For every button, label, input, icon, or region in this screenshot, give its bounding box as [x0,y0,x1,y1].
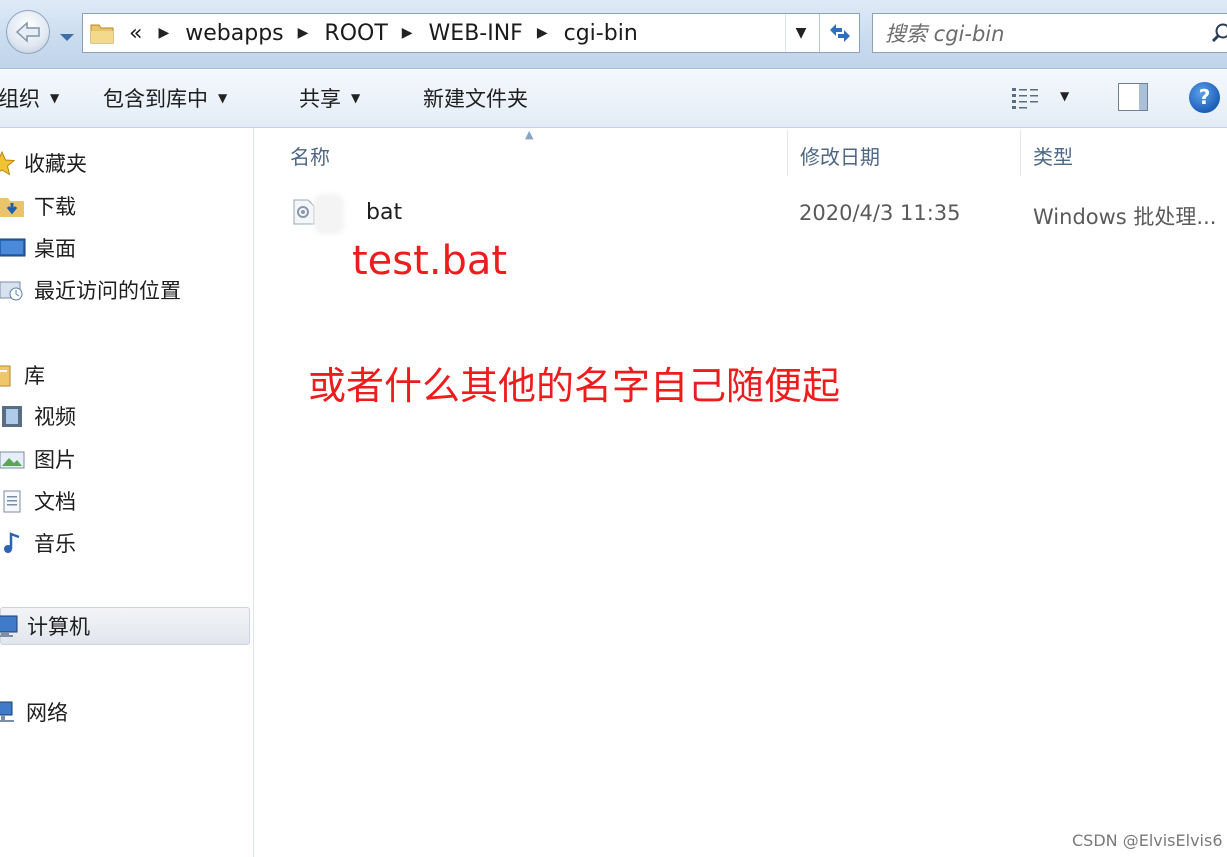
help-icon[interactable]: ? [1189,82,1220,113]
preview-pane-icon[interactable] [1118,83,1148,111]
libraries-icon [0,362,16,388]
refresh-button[interactable] [819,14,860,52]
column-divider[interactable] [1020,130,1021,176]
search-input[interactable] [883,18,1207,50]
nav-item-recent-places[interactable]: 最近访问的位置 [0,271,181,309]
refresh-icon [830,24,850,42]
breadcrumb-root[interactable]: ROOT [324,21,387,46]
nav-item-libraries[interactable]: 库 [0,356,45,394]
command-bar: 组织 ▼ 包含到库中 ▼ 共享 ▼ 新建文件夹 ▼ ? [0,69,1227,128]
star-icon [0,150,16,176]
search-box[interactable] [872,13,1227,53]
nav-item-pictures[interactable]: 图片 [0,440,76,478]
breadcrumb-separator[interactable]: ▶ [298,25,309,41]
nav-label: 图片 [34,448,76,472]
navigation-pane: 收藏夹 下载 桌面 最近访问的位置 库 视频 图片 文档 音乐 计算机 网络 [0,128,254,857]
nav-item-desktop[interactable]: 桌面 [0,229,76,267]
view-dropdown[interactable]: ▼ [1060,89,1069,103]
column-header-type[interactable]: 类型 [1033,130,1073,180]
breadcrumb-separator[interactable]: ▶ [402,25,413,41]
breadcrumb-web-inf[interactable]: WEB-INF [429,21,523,46]
pictures-icon [0,446,26,472]
nav-item-videos[interactable]: 视频 [0,397,76,435]
nav-label: 库 [24,364,45,388]
chevron-down-icon: ▼ [351,91,361,105]
network-icon [0,699,18,725]
column-header-name[interactable]: 名称 [290,130,330,180]
nav-item-computer[interactable]: 计算机 [0,607,250,645]
nav-item-documents[interactable]: 文档 [0,482,76,520]
file-type: Windows 批处理... [1033,205,1217,229]
sort-ascending-icon: ▲ [525,128,534,141]
breadcrumb-webapps[interactable]: webapps [185,21,283,46]
include-library-label: 包含到库中 [103,87,208,111]
organize-menu[interactable]: 组织 ▼ [0,69,59,127]
nav-label: 音乐 [34,532,76,556]
watermark: CSDN @ElvisElvis6 [1072,831,1223,850]
downloads-folder-icon [0,193,26,219]
column-header-date[interactable]: 修改日期 [800,130,880,180]
video-icon [0,403,26,429]
nav-label: 网络 [26,701,68,725]
desktop-icon [0,235,26,261]
chevron-down-icon: ▼ [218,91,228,105]
nav-label: 视频 [34,405,76,429]
column-header-name-label: 名称 [290,144,330,169]
include-in-library-menu[interactable]: 包含到库中 ▼ [103,69,227,127]
nav-label: 最近访问的位置 [34,279,181,303]
music-icon [0,530,26,556]
file-row[interactable]: bat 2020/4/3 11:35 Windows 批处理... [280,194,1227,234]
chevron-down-icon [60,34,74,41]
view-options-icon[interactable] [1010,85,1042,111]
breadcrumb-overflow[interactable]: « [129,21,142,46]
new-folder-button[interactable]: 新建文件夹 [423,69,528,127]
nav-item-music[interactable]: 音乐 [0,524,76,562]
arrow-left-icon [15,21,40,43]
address-bar: « ▶ webapps ▶ ROOT ▶ WEB-INF ▶ cgi-bin ▼ [0,0,1227,69]
annotation-filename: test.bat [352,238,508,284]
column-divider[interactable] [787,130,788,176]
file-modified-date: 2020/4/3 11:35 [799,201,961,225]
nav-label: 桌面 [34,237,76,261]
breadcrumb[interactable]: « ▶ webapps ▶ ROOT ▶ WEB-INF ▶ cgi-bin ▼ [82,13,860,53]
file-name[interactable]: bat [366,200,402,225]
documents-icon [0,488,26,514]
recent-pages-dropdown[interactable] [59,28,75,47]
back-button[interactable] [6,10,50,54]
nav-item-network[interactable]: 网络 [0,693,68,731]
breadcrumb-separator[interactable]: ▶ [537,25,548,41]
breadcrumb-cgi-bin[interactable]: cgi-bin [564,21,638,46]
computer-icon [0,613,19,639]
redacted-patch [314,194,344,234]
nav-item-downloads[interactable]: 下载 [0,187,76,225]
chevron-down-icon: ▼ [50,91,60,105]
search-icon[interactable] [1211,22,1227,44]
nav-item-favorites[interactable]: 收藏夹 [0,144,87,182]
organize-label: 组织 [0,87,40,111]
address-history-dropdown[interactable]: ▼ [785,14,816,52]
nav-label: 计算机 [27,615,90,639]
breadcrumb-separator: ▶ [158,25,170,41]
annotation-note: 或者什么其他的名字自己随便起 [308,364,841,408]
new-folder-label: 新建文件夹 [423,87,528,111]
folder-icon [90,24,114,44]
share-label: 共享 [299,87,341,111]
column-header-type-label: 类型 [1033,144,1073,169]
nav-label: 收藏夹 [24,152,87,176]
nav-label: 文档 [34,490,76,514]
recent-places-icon [0,277,26,303]
column-header-date-label: 修改日期 [800,144,880,169]
batch-file-icon [293,199,315,225]
share-menu[interactable]: 共享 ▼ [299,69,360,127]
nav-label: 下载 [34,195,76,219]
